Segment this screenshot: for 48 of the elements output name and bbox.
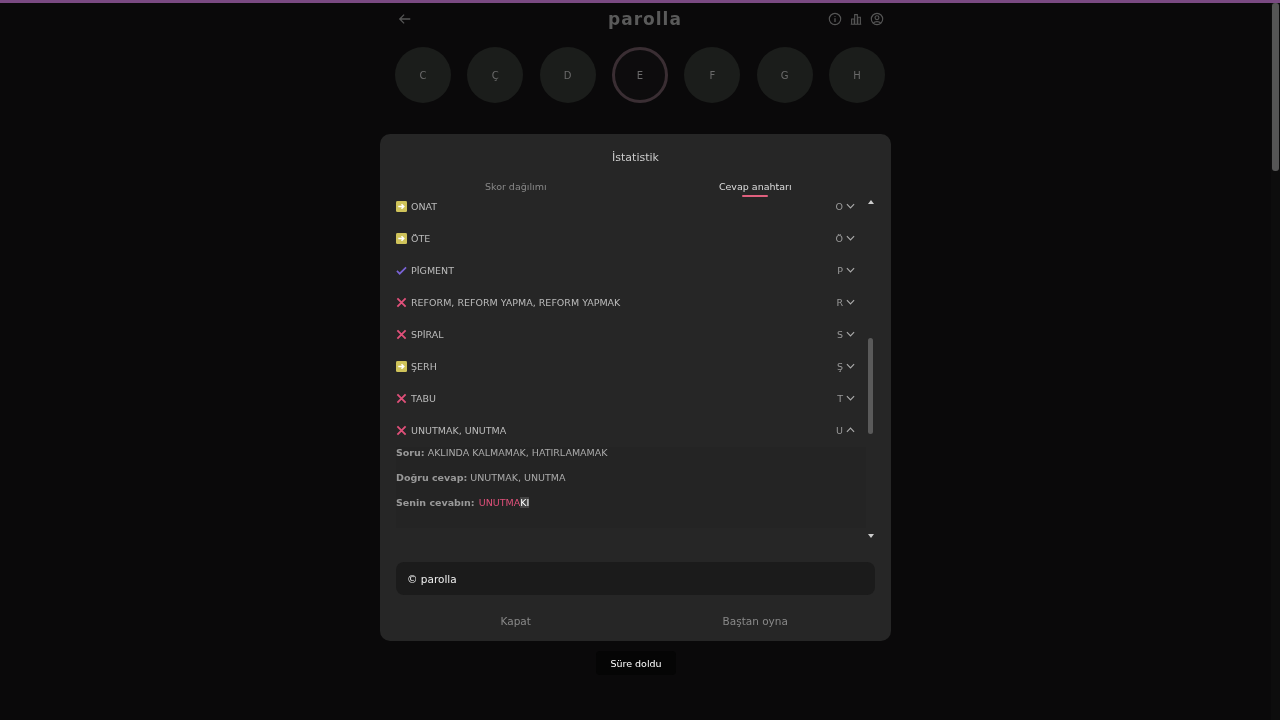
app-logo: parolla	[608, 9, 682, 29]
expand-toggle[interactable]: U	[836, 424, 855, 436]
arrow-icon	[396, 360, 407, 372]
toast-message: Süre doldu	[596, 651, 676, 675]
page-scrollbar[interactable]	[1271, 3, 1280, 720]
question-text: Soru: AKLINDA KALMAMAK, HATIRLAMAMAK	[396, 447, 609, 458]
expand-toggle[interactable]: T	[837, 392, 855, 404]
dialog-title: İstatistik	[611, 151, 660, 164]
arrow-icon	[396, 232, 407, 244]
cross-icon	[396, 296, 407, 308]
letter-circle: C	[395, 47, 451, 103]
expand-toggle[interactable]: P	[837, 264, 855, 276]
answer-word: REFORM, REFORM YAPMA, REFORM YAPMAK	[411, 296, 622, 308]
your-answer-label: Senin cevabın:	[396, 497, 475, 508]
back-arrow-icon[interactable]	[398, 12, 412, 26]
arrow-icon	[396, 200, 407, 212]
letter-circle: G	[756, 47, 813, 103]
expand-toggle[interactable]: Ş	[836, 360, 855, 372]
copyright-text: © parolla	[407, 572, 457, 585]
answer-word: ONAT	[411, 200, 439, 212]
tab[interactable]: Cevap anahtarı	[635, 181, 875, 197]
info-icon[interactable]	[828, 12, 842, 26]
check-icon	[396, 264, 407, 276]
letter-circle: F	[684, 47, 741, 103]
expand-toggle[interactable]: R	[836, 296, 855, 308]
letter-circle: E	[612, 47, 668, 103]
user-icon[interactable]	[870, 12, 884, 26]
answer-word: SPİRAL	[411, 328, 445, 340]
dialog-button[interactable]: Baştan oyna	[635, 615, 875, 627]
letter-circle: Ç	[467, 47, 524, 103]
your-answer-text: UNUTMAKI	[478, 497, 530, 508]
cross-icon	[396, 424, 407, 436]
answer-word: UNUTMAK, UNUTMA	[411, 424, 508, 436]
expand-toggle[interactable]: Ö	[835, 232, 855, 244]
cross-icon	[396, 392, 407, 404]
tab[interactable]: Skor dağılımı	[396, 181, 636, 197]
correct-answer-text: Doğru cevap: UNUTMAK, UNUTMA	[396, 472, 567, 483]
bar-chart-icon[interactable]	[849, 12, 863, 26]
answer-word: ÖTE	[411, 232, 432, 244]
cross-icon	[396, 328, 407, 340]
letter-circle: D	[539, 47, 596, 103]
dialog-button[interactable]: Kapat	[396, 615, 636, 627]
answer-word: ŞERH	[411, 360, 438, 372]
expand-toggle[interactable]: O	[835, 200, 855, 212]
answer-word: TABU	[411, 392, 438, 404]
letter-circle: H	[828, 47, 885, 103]
expand-toggle[interactable]: S	[836, 328, 855, 340]
answer-word: PİGMENT	[411, 264, 455, 276]
